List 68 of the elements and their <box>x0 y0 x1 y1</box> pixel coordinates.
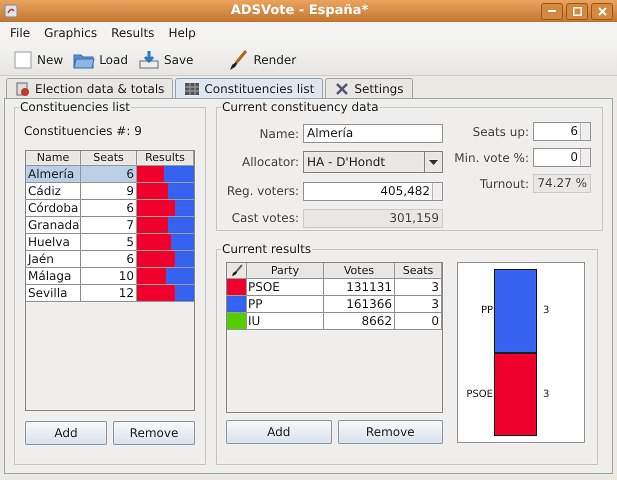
group-title: Current results <box>221 242 312 256</box>
chart-value: 3 <box>543 304 550 318</box>
group-title: Constituencies list <box>19 100 131 114</box>
spinner-field[interactable]: 405,482 <box>303 182 443 201</box>
color-swatch[interactable] <box>227 313 247 330</box>
paintbrush-icon <box>230 264 242 277</box>
button[interactable]: Remove <box>113 421 195 445</box>
table-row[interactable]: Cádiz 9 <box>26 183 194 200</box>
field-label: Reg. voters: <box>226 183 299 200</box>
tray-arrow-icon <box>138 50 160 70</box>
tab[interactable]: Settings <box>325 78 413 98</box>
tools-icon <box>334 80 350 96</box>
color-swatch[interactable] <box>227 279 247 296</box>
minimize-icon <box>548 10 556 12</box>
blank-page-icon <box>13 50 33 70</box>
table-cell: 0 <box>395 313 442 330</box>
readonly-field: 301,159 <box>303 208 443 228</box>
table-grid-icon <box>184 80 200 96</box>
menu-item[interactable]: File <box>10 24 30 42</box>
chart-value: 3 <box>543 388 550 402</box>
dropdown[interactable]: HA - D'Hondt <box>303 151 443 174</box>
dropdown-arrow-icon <box>429 160 438 165</box>
table-cell: 8662 <box>324 313 395 330</box>
table-row[interactable]: Córdoba 6 <box>26 200 194 217</box>
table-row[interactable]: Málaga 10 <box>26 268 194 285</box>
maximize-icon <box>572 6 582 16</box>
toolbar-button[interactable]: Save <box>136 46 194 72</box>
field-label: Cast votes: <box>230 210 299 228</box>
table-row[interactable]: Almería 6 <box>26 166 194 183</box>
readonly-field: 74.27 % <box>533 174 591 193</box>
chart-label: PSOE <box>465 388 494 402</box>
maximize-button[interactable] <box>566 2 588 20</box>
window-title: ADSVote - España* <box>230 2 370 20</box>
spinner-field[interactable]: 6 <box>533 122 591 141</box>
input-field[interactable]: Almería <box>303 124 443 144</box>
paintbrush-icon <box>227 48 250 70</box>
button[interactable]: Add <box>25 421 107 445</box>
table-row[interactable]: Huelva 5 <box>26 234 194 251</box>
menu-item[interactable]: Graphics <box>44 24 98 42</box>
color-swatch[interactable] <box>227 296 247 313</box>
spinner-field[interactable]: 0 <box>533 148 591 167</box>
menu-item[interactable]: Help <box>168 24 196 42</box>
menu-item[interactable]: Results <box>111 24 154 42</box>
ballot-box-icon <box>15 80 31 96</box>
button[interactable]: Add <box>226 420 332 444</box>
count-label: Constituencies #: 9 <box>24 123 143 140</box>
table-row[interactable]: Sevilla 12 <box>26 285 194 302</box>
close-icon <box>598 6 606 16</box>
table-cell: Sevilla <box>26 285 81 302</box>
button[interactable]: Remove <box>338 420 443 444</box>
tab[interactable]: Election data & totals <box>6 78 174 98</box>
table-cell: IU <box>247 313 324 330</box>
app-icon <box>4 4 18 18</box>
field-label: Name: <box>258 126 299 143</box>
table-row[interactable]: Granada 7 <box>26 217 194 234</box>
group-title: Current constituency data <box>221 100 380 114</box>
table-row[interactable]: Jaén 6 <box>26 251 194 268</box>
tab[interactable]: Constituencies list <box>175 78 324 98</box>
field-label: Allocator: <box>241 154 299 172</box>
chart-label: PP <box>480 304 494 318</box>
toolbar-button[interactable]: Load <box>72 46 129 72</box>
minimize-button[interactable] <box>541 2 563 20</box>
toolbar-button[interactable]: Render <box>226 46 298 72</box>
field-label: Seats up: <box>472 124 529 140</box>
close-button[interactable] <box>591 2 613 20</box>
field-label: Turnout: <box>478 176 529 192</box>
field-label: Min. vote %: <box>453 150 529 166</box>
toolbar-button[interactable]: New <box>12 46 64 72</box>
